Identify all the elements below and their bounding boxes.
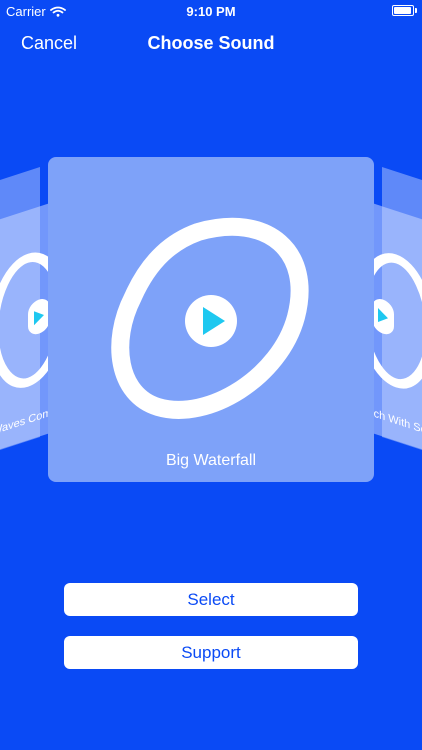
navigation-bar: Cancel Choose Sound — [0, 22, 422, 66]
select-button[interactable]: Select — [64, 583, 358, 616]
status-bar: Carrier 9:10 PM — [0, 0, 422, 22]
play-button[interactable] — [185, 295, 237, 347]
play-icon — [378, 308, 388, 322]
sound-carousel[interactable]: Waves Coming With Wind Beach With Seagul… — [0, 150, 422, 490]
carousel-card-selected[interactable]: Big Waterfall — [48, 157, 374, 482]
battery-tip — [415, 8, 417, 13]
page-title: Choose Sound — [147, 33, 275, 53]
selected-sound-label: Big Waterfall — [165, 452, 257, 469]
battery-icon — [392, 5, 417, 16]
play-icon — [34, 311, 44, 326]
play-icon — [202, 307, 225, 335]
support-button[interactable]: Support — [64, 636, 358, 669]
battery-level — [394, 7, 411, 14]
status-time: 9:10 PM — [186, 4, 236, 19]
